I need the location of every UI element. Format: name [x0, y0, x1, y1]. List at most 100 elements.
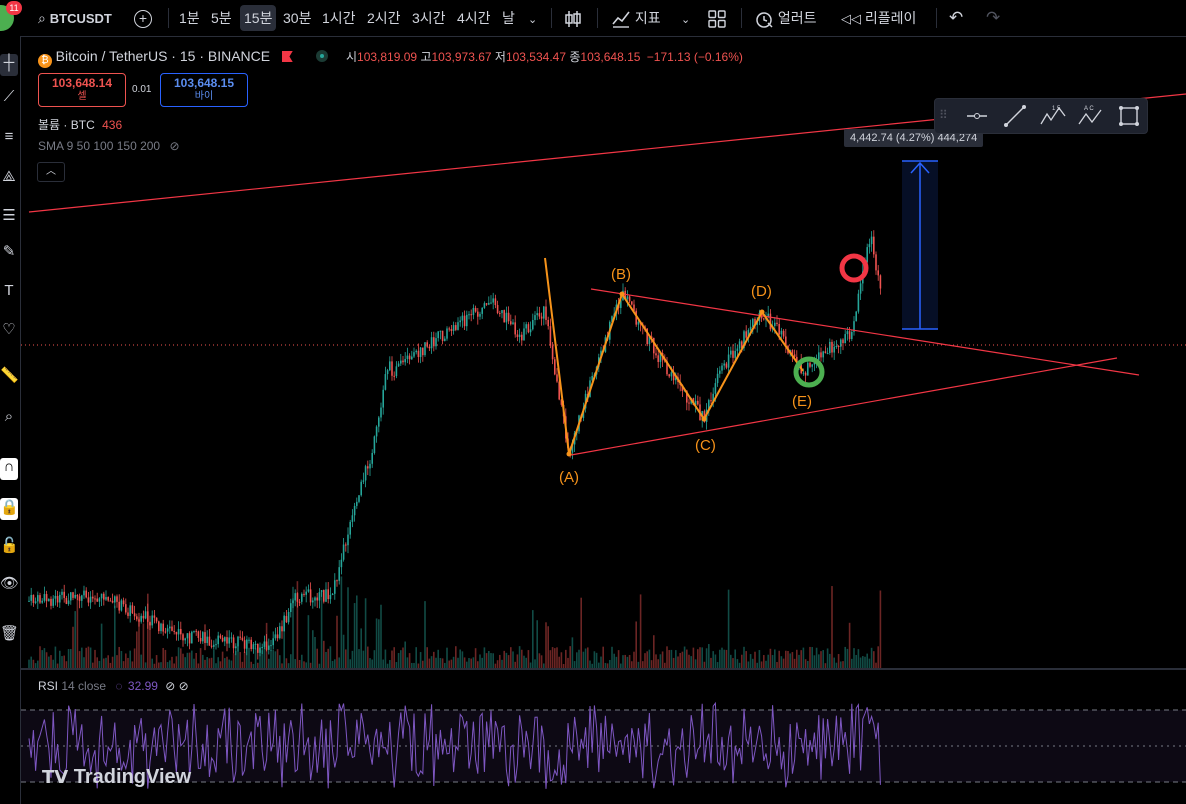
text-tool[interactable]: T: [0, 282, 18, 304]
timeframe-30m[interactable]: 30분: [283, 0, 311, 36]
undo-button[interactable]: ↶: [949, 0, 963, 36]
candle: [842, 339, 844, 344]
volume-bar: [578, 649, 580, 668]
volume-bar: [587, 647, 589, 668]
forecast-tool[interactable]: ☰: [0, 206, 18, 228]
rsi-legend[interactable]: RSI 14 close ◌ 32.99 ⊘ ⊘: [38, 679, 189, 693]
ruler-tool[interactable]: 📏: [0, 366, 19, 388]
candle: [848, 331, 851, 340]
symbol-title[interactable]: Bitcoin / TetherUS · 15 · BINANCE: [56, 48, 270, 64]
volume-bar: [408, 653, 411, 668]
candle: [745, 331, 747, 338]
volume-bar: [87, 646, 90, 668]
volume-bar: [648, 649, 651, 668]
timeframe-15m[interactable]: 15분: [240, 5, 277, 31]
candle: [48, 598, 50, 602]
volume-bar: [65, 661, 68, 668]
timeframe-2h[interactable]: 2시간: [367, 0, 401, 36]
eye-crossed-icon[interactable]: ⊘: [169, 139, 179, 153]
flag-icon[interactable]: [281, 51, 293, 62]
timeframe-4h[interactable]: 4시간: [457, 0, 491, 36]
indicators-button[interactable]: 지표: [611, 0, 661, 36]
volume-bar: [338, 657, 340, 668]
volume-bar: [402, 647, 404, 668]
volume-bar: [540, 655, 543, 668]
volume-bar: [54, 646, 57, 668]
volume-bar: [824, 663, 827, 668]
candle: [463, 315, 466, 327]
candle: [195, 630, 197, 632]
volume-bar: [184, 657, 186, 668]
candle: [92, 596, 94, 599]
candle: [294, 593, 296, 601]
brush-tool[interactable]: ✎: [0, 242, 18, 264]
icon-tool[interactable]: ♡: [0, 320, 18, 342]
candle: [120, 600, 123, 611]
candle: [197, 631, 200, 638]
price-chart[interactable]: (A) (B) (C) (D) (E): [21, 36, 1186, 804]
trash-tool[interactable]: 🗑: [0, 624, 19, 646]
replay-button[interactable]: ◁◁ 리플레이: [841, 0, 916, 36]
fib-tool[interactable]: ≡: [0, 128, 18, 150]
lock-drawings-tool[interactable]: 🔓: [0, 536, 19, 558]
volume-bar: [765, 660, 767, 668]
volume-bar: [446, 647, 448, 668]
timeframe-dropdown[interactable]: ⌄: [528, 0, 537, 36]
volume-bar: [78, 651, 81, 668]
timeframe-5m[interactable]: 5분: [211, 0, 232, 36]
sell-button[interactable]: 103,648.14 셀: [38, 73, 126, 107]
lock-tool[interactable]: 🔒: [0, 498, 19, 520]
green-circle-marker[interactable]: [793, 356, 825, 388]
timeframe-1h[interactable]: 1시간: [322, 0, 356, 36]
candle: [345, 544, 347, 546]
volume-bar: [197, 663, 200, 668]
candle: [468, 314, 470, 316]
magnet-tool[interactable]: ∩: [0, 458, 18, 480]
elliott-impulse-icon[interactable]: 1 5: [1039, 104, 1067, 128]
timeframe-1m[interactable]: 1분: [179, 0, 200, 36]
chart-type-button[interactable]: [563, 0, 583, 36]
candle: [193, 630, 195, 632]
trend-line-icon[interactable]: [1003, 104, 1027, 128]
volume-bar: [369, 658, 371, 668]
timeframe-3h[interactable]: 3시간: [412, 0, 446, 36]
volume-bar: [318, 663, 321, 668]
collapse-legend-button[interactable]: ︿: [37, 162, 65, 182]
alert-button[interactable]: 얼러트: [754, 0, 817, 36]
candle: [369, 463, 371, 469]
triangle-lower-line[interactable]: [570, 357, 1118, 456]
volume-bar: [28, 659, 30, 668]
volume-bar: [118, 646, 120, 668]
timeframe-day[interactable]: 날: [502, 0, 515, 36]
volume-bar: [633, 651, 635, 668]
pattern-tool[interactable]: ⟁: [0, 168, 18, 190]
indicators-dropdown[interactable]: ⌄: [681, 0, 690, 36]
volume-bar: [818, 654, 820, 668]
elliott-correction-icon[interactable]: A C: [1077, 104, 1105, 128]
candle: [353, 505, 356, 516]
volume-bar: [305, 662, 307, 668]
zoom-tool[interactable]: ⌕: [0, 408, 18, 430]
compare-add-button[interactable]: +: [134, 0, 152, 36]
tradingview-logo[interactable]: 𝗧𝗩 TradingView: [42, 766, 191, 789]
symbol-search[interactable]: ⌕ BTCUSDT: [38, 0, 112, 36]
triangle-upper-line[interactable]: [590, 288, 1140, 376]
drag-handle-icon[interactable]: ⠿: [939, 108, 948, 122]
trendline-tool[interactable]: ⟋: [0, 88, 18, 110]
buy-button[interactable]: 103,648.15 바이: [160, 73, 248, 107]
horizontal-ray-icon[interactable]: [965, 106, 989, 126]
candle: [303, 593, 305, 595]
redo-button[interactable]: ↷: [986, 0, 1000, 36]
rectangle-icon[interactable]: [1117, 104, 1141, 128]
layouts-button[interactable]: [708, 0, 726, 36]
volume-bar: [499, 654, 501, 668]
volume-bar: [59, 650, 61, 668]
volume-bar: [373, 650, 376, 668]
hide-drawings-tool[interactable]: 👁: [0, 574, 19, 596]
volume-bar: [48, 656, 50, 668]
sma-legend[interactable]: SMA 9 50 100 150 200 ⊘: [38, 139, 180, 153]
candle: [342, 544, 345, 560]
volume-bar: [580, 597, 582, 668]
crosshair-tool[interactable]: ┼: [0, 54, 18, 76]
volume-legend[interactable]: 볼륨 · BTC 436: [38, 116, 122, 133]
